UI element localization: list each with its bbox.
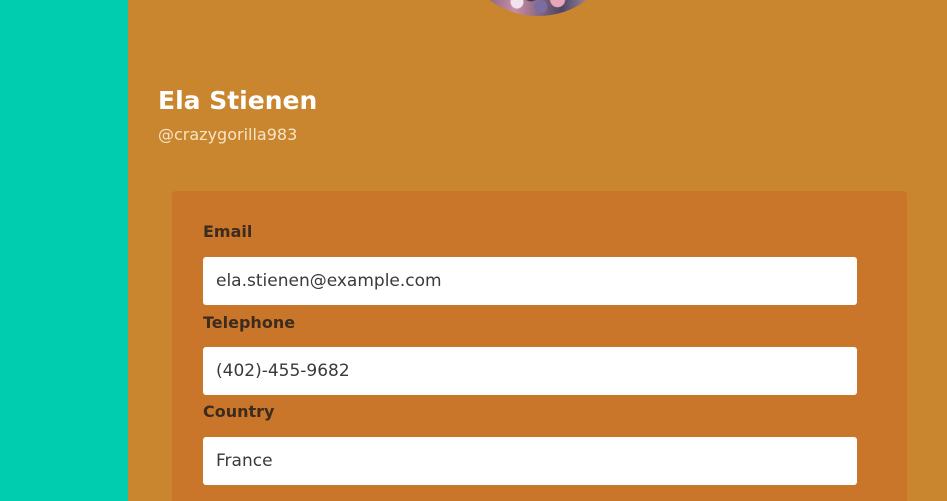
contact-card: Email ela.stienen@example.com Telephone … <box>172 191 907 501</box>
sidebar <box>0 0 128 501</box>
main-content: Ela Stienen @crazygorilla983 Email ela.s… <box>128 0 947 501</box>
country-field[interactable]: France <box>203 437 857 485</box>
profile-page: Ela Stienen @crazygorilla983 Email ela.s… <box>0 0 947 501</box>
avatar <box>468 0 608 16</box>
telephone-field[interactable]: (402)-455-9682 <box>203 347 857 395</box>
email-label: Email <box>203 222 253 241</box>
profile-name: Ela Stienen <box>158 86 318 115</box>
profile-handle: @crazygorilla983 <box>158 125 298 144</box>
telephone-label: Telephone <box>203 313 296 332</box>
email-field[interactable]: ela.stienen@example.com <box>203 257 857 305</box>
country-label: Country <box>203 402 275 421</box>
